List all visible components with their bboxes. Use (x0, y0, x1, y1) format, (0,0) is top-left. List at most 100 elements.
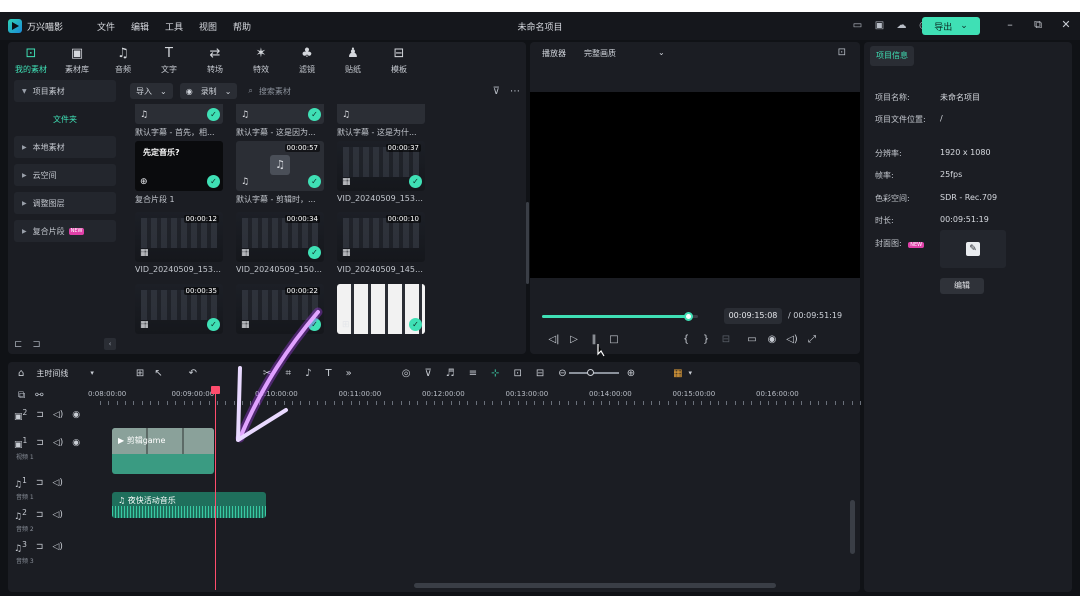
video-preview[interactable] (530, 92, 860, 278)
media-item[interactable]: 00:00:37 ▦ ✓ VID_20240509_1532... (337, 141, 427, 203)
timeline-vertical-scrollbar[interactable] (850, 500, 855, 554)
save-icon[interactable]: ▣ (873, 19, 886, 32)
chevron-down-icon[interactable]: ▾ (689, 369, 693, 377)
tab-project-info[interactable]: 项目信息 (870, 46, 914, 66)
render-icon[interactable]: ◎ (402, 368, 411, 379)
media-item[interactable]: ⊞ ✓ (337, 284, 427, 334)
restore-icon[interactable]: ⧉ (1030, 18, 1046, 32)
microphone-icon[interactable]: ♬ (446, 368, 455, 379)
mark-out-icon[interactable]: } (696, 334, 716, 345)
tracks-area[interactable]: ▶ 剪辑game ♫ 夜快活动音乐 (100, 410, 845, 582)
edit-cover-button[interactable]: 编辑 (940, 278, 984, 294)
minimize-icon[interactable]: – (1002, 18, 1018, 31)
media-item[interactable]: 00:00:34 ▦ ✓ VID_20240509_1506... (236, 212, 326, 274)
speaker-icon[interactable]: ◁) (52, 542, 62, 552)
play-icon[interactable]: ▷ (564, 334, 584, 345)
media-item[interactable]: 00:00:57 ♫ ♫ ✓ 默认字幕 - 剪辑时，... (236, 141, 326, 205)
folder-icon[interactable]: ⊐ (36, 542, 44, 552)
media-item[interactable]: ♫ ✓ 默认字幕 - 这是因为... (236, 104, 326, 138)
media-item[interactable]: 00:00:22 ▦ ✓ (236, 284, 326, 334)
record-dropdown[interactable]: ◉ 录制 ⌄ (179, 83, 238, 99)
speaker-icon[interactable]: ◁) (52, 510, 62, 520)
current-time[interactable]: 00:09:15:08 (724, 308, 782, 324)
sidebar-item-cloud[interactable]: ▶ 云空间 (14, 164, 116, 186)
media-item[interactable]: 先定音乐? ⊕ ✓ 复合片段 1 (135, 141, 225, 205)
playback-progress[interactable] (542, 312, 698, 321)
sidebar-item-folder[interactable]: 文件夹 (14, 108, 116, 130)
more-options-icon[interactable]: ⋯ (510, 86, 520, 97)
undo-icon[interactable]: ↶ (189, 368, 197, 379)
tab-stock-media[interactable]: ▣ 素材库 (54, 42, 100, 78)
zoom-slider[interactable] (568, 369, 619, 376)
media-item[interactable]: 00:00:35 ▦ ✓ (135, 284, 225, 334)
link-icon[interactable]: ⚯ (35, 390, 43, 401)
progress-knob[interactable] (683, 312, 693, 321)
folder-icon[interactable]: ⊐ (36, 410, 44, 420)
subtitle-icon[interactable]: ⊟ (536, 368, 544, 379)
sidebar-item-adjustment-layer[interactable]: ▶ 调整图层 (14, 192, 116, 214)
home-icon[interactable]: ⌂ (18, 368, 24, 379)
tab-text[interactable]: T 文字 (146, 42, 192, 78)
tab-stickers[interactable]: ♟ 贴纸 (330, 42, 376, 78)
text-tool-icon[interactable]: T (325, 368, 331, 379)
video-clip[interactable]: ▶ 剪辑game (112, 428, 214, 474)
prev-frame-icon[interactable]: ◁| (544, 334, 564, 345)
folder-icon[interactable]: ⊐ (36, 510, 44, 520)
import-dropdown[interactable]: 导入 ⌄ (130, 83, 173, 99)
tab-effects[interactable]: ✶ 特效 (238, 42, 284, 78)
menu-tools[interactable]: 工具 (157, 20, 191, 33)
marker-icon[interactable]: ⊽ (424, 368, 431, 379)
cloud-icon[interactable]: ☁ (895, 19, 908, 32)
snap-icon[interactable]: ⊹ (491, 368, 499, 379)
audio-meter-icon[interactable]: ▦ (673, 368, 682, 379)
tab-transition[interactable]: ⇄ 转场 (192, 42, 238, 78)
zoom-knob[interactable] (586, 369, 594, 376)
sidebar-item-compound-clip[interactable]: ▶ 复合片段 NEW (14, 220, 116, 242)
insert-icon[interactable]: ⊟ (716, 334, 736, 345)
crop-icon[interactable]: ⌗ (285, 368, 291, 379)
media-item[interactable]: 00:00:10 ▦ VID_20240509_1455... (337, 212, 427, 274)
add-track-icon[interactable]: ⊡ (514, 368, 522, 379)
snapshot-icon[interactable]: ⊡ (838, 47, 846, 58)
menu-help[interactable]: 帮助 (225, 20, 259, 33)
search-field[interactable]: ⌕ 搜索素材 (248, 86, 290, 97)
cover-image[interactable]: ✎ (940, 230, 1006, 268)
playhead[interactable] (211, 386, 220, 590)
fullscreen-icon[interactable]: ⤢ (802, 334, 822, 345)
speaker-icon[interactable]: ◁) (53, 410, 63, 420)
menu-view[interactable]: 视图 (191, 20, 225, 33)
sidebar-item-local-media[interactable]: ▶ 本地素材 (14, 136, 116, 158)
media-item[interactable]: ♫ ✓ 默认字幕 - 首先，相... (135, 104, 225, 138)
folder-icon[interactable]: ⊐ (36, 438, 44, 448)
media-item[interactable]: 00:00:12 ▦ VID_20240509_1531... (135, 212, 225, 274)
add-track-icon[interactable]: ⧉ (18, 390, 25, 401)
display-icon[interactable]: ▭ (742, 334, 762, 345)
folder-icon[interactable]: ⊐ (32, 339, 40, 350)
volume-icon[interactable]: ◁) (782, 334, 802, 345)
tab-my-media[interactable]: ⊡ 我的素材 (8, 42, 54, 78)
tab-audio[interactable]: ♫ 音频 (100, 42, 146, 78)
export-button[interactable]: 导出 ⌄ (922, 17, 980, 35)
eye-icon[interactable]: ◉ (72, 410, 80, 420)
menu-edit[interactable]: 编辑 (123, 20, 157, 33)
media-item[interactable]: ♫ 默认字幕 - 这是为什... (337, 104, 427, 138)
speaker-icon[interactable]: ◁) (52, 478, 62, 488)
select-tool-icon[interactable]: ↖ (154, 368, 162, 379)
audio-clip[interactable]: ♫ 夜快活动音乐 (112, 492, 266, 518)
split-icon[interactable]: ✂ (263, 368, 271, 379)
monitor-icon[interactable]: ▭ (851, 19, 864, 32)
voiceover-icon[interactable]: ≡ (469, 368, 477, 379)
stop-icon[interactable]: □ (604, 334, 624, 345)
audio-edit-icon[interactable]: ♪ (305, 368, 311, 379)
mark-in-icon[interactable]: { (676, 334, 696, 345)
chevron-down-icon[interactable]: ▾ (90, 369, 94, 377)
camera-icon[interactable]: ◉ (762, 334, 782, 345)
tab-filters[interactable]: ♣ 滤镜 (284, 42, 330, 78)
speaker-icon[interactable]: ◁) (53, 438, 63, 448)
layout-grid-icon[interactable]: ⊞ (136, 368, 144, 379)
tab-templates[interactable]: ⊟ 模板 (376, 42, 422, 78)
sidebar-item-project-media[interactable]: ▼ 项目素材 (14, 80, 116, 102)
collapse-sidebar-icon[interactable]: ‹ (104, 338, 116, 350)
new-folder-icon[interactable]: ⊏ (14, 339, 22, 350)
zoom-in-icon[interactable]: ⊕ (627, 368, 635, 379)
